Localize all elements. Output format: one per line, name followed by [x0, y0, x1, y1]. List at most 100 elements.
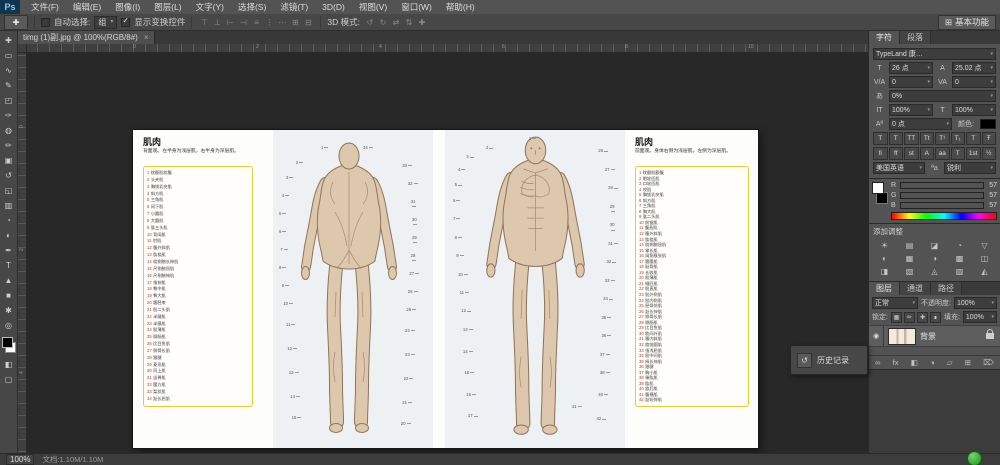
tool-button[interactable]: ◍	[1, 123, 17, 138]
tool-button[interactable]: ■	[1, 288, 17, 303]
mode-3d-icon[interactable]: ↻	[377, 16, 389, 28]
foreground-background-swatches[interactable]	[2, 337, 16, 353]
tool-button[interactable]: T	[1, 258, 17, 273]
type-style-button[interactable]: Tt	[920, 132, 935, 145]
color-spectrum-bar[interactable]	[891, 212, 997, 220]
menu-item[interactable]: 视图(V)	[352, 0, 394, 14]
auto-select-dropdown[interactable]: 组	[94, 16, 117, 29]
adjustment-icon[interactable]: ▧	[897, 265, 922, 278]
tab-character[interactable]: 字符	[869, 31, 900, 44]
layers-panel-bottom-icon[interactable]: fx	[893, 358, 899, 367]
tool-button[interactable]: ◐	[1, 228, 17, 243]
layers-panel-bottom-icon[interactable]: ◧	[911, 358, 918, 367]
lock-option-icon[interactable]: ∎	[930, 312, 941, 323]
current-tool-icon[interactable]: ✚	[4, 15, 28, 30]
type-style-button[interactable]: T¹	[935, 132, 950, 145]
horizontal-scale-field[interactable]: 100%	[952, 104, 996, 116]
type-style-button[interactable]: T	[873, 132, 888, 145]
channel-slider[interactable]	[900, 192, 984, 199]
lock-option-icon[interactable]: ▦	[891, 312, 902, 323]
tool-button[interactable]: ↺	[1, 168, 17, 183]
opentype-feature-button[interactable]: aa	[935, 147, 950, 160]
layers-panel-bottom-icon[interactable]: ⌦	[983, 358, 994, 367]
color-panel-swatches[interactable]	[872, 182, 888, 204]
layers-panel-bottom-icon[interactable]: ▱	[947, 358, 953, 367]
lock-option-icon[interactable]: ✏	[904, 312, 915, 323]
tool-button[interactable]: ◱	[1, 183, 17, 198]
align-icon[interactable]: ⊣	[237, 16, 249, 28]
opentype-feature-button[interactable]: fi	[873, 147, 888, 160]
align-icon[interactable]: ⊟	[302, 16, 314, 28]
layer-visibility-eye-icon[interactable]: ◉	[869, 326, 884, 346]
zoom-level-field[interactable]: 100%	[6, 454, 34, 465]
opentype-feature-button[interactable]: 1st	[966, 147, 981, 160]
leading-dropdown[interactable]: 25.02 点	[952, 62, 996, 74]
layer-row-background[interactable]: ◉ 背景	[869, 325, 1000, 347]
layer-thumbnail[interactable]	[888, 328, 916, 345]
adjustment-icon[interactable]: ◭	[972, 265, 997, 278]
tracking-dropdown[interactable]: 0	[952, 76, 996, 88]
foreground-color-swatch[interactable]	[872, 182, 884, 194]
tool-button[interactable]: ▥	[1, 198, 17, 213]
tool-button[interactable]: ▭	[1, 48, 17, 63]
layers-panel-bottom-icon[interactable]: ∞	[875, 358, 880, 367]
opentype-feature-button[interactable]: ff	[889, 147, 904, 160]
document-tab[interactable]: timg (1)副.jpg @ 100%(RGB/8#) ×	[18, 31, 155, 44]
mode-3d-icon[interactable]: ↺	[364, 16, 376, 28]
adjustment-icon[interactable]: ☀	[872, 239, 897, 252]
adjustment-icon[interactable]: ▽	[972, 239, 997, 252]
tool-button[interactable]: ◔	[1, 213, 17, 228]
menu-item[interactable]: 文字(Y)	[189, 0, 231, 14]
mode-3d-icon[interactable]: ✚	[416, 16, 428, 28]
align-icon[interactable]: ⊤	[198, 16, 210, 28]
menu-item[interactable]: 选择(S)	[231, 0, 273, 14]
align-icon[interactable]: ≡	[250, 16, 262, 28]
adjustment-icon[interactable]: ◑	[922, 252, 947, 265]
canvas-viewport[interactable]: 肌肉 背面观。左半身为浅层肌，右半身为深层肌。 肌肉 前面观。身体右侧为浅层肌，…	[26, 52, 868, 453]
opacity-field[interactable]: 100%	[954, 297, 997, 309]
mode-3d-icon[interactable]: ⇄	[390, 16, 402, 28]
blend-mode-dropdown[interactable]: 正常	[872, 297, 918, 309]
vertical-scale-field[interactable]: 100%	[889, 104, 933, 116]
adjustment-icon[interactable]: ▤	[897, 239, 922, 252]
type-style-button[interactable]: T	[966, 132, 981, 145]
baseline-field[interactable]: 0 点	[889, 118, 952, 130]
fill-field[interactable]: 100%	[963, 311, 997, 323]
foreground-color-swatch[interactable]	[2, 337, 13, 348]
font-family-dropdown[interactable]: TypeLand 康…	[873, 48, 996, 60]
quick-mask-button[interactable]: ◧	[1, 357, 17, 372]
tab-channels[interactable]: 通道	[900, 282, 931, 295]
workspace-switcher[interactable]: ⊞ 基本功能	[938, 15, 996, 30]
menu-item[interactable]: 帮助(H)	[439, 0, 482, 14]
tool-button[interactable]: ✎	[1, 78, 17, 93]
layers-panel-bottom-icon[interactable]: ◑	[930, 358, 935, 367]
align-icon[interactable]: ⋮	[263, 16, 275, 28]
tool-button[interactable]: ✚	[1, 33, 17, 48]
layer-name[interactable]: 背景	[920, 331, 986, 342]
screen-mode-button[interactable]: ▢	[1, 372, 17, 387]
tab-paths[interactable]: 路径	[931, 282, 962, 295]
opentype-feature-button[interactable]: A	[920, 147, 935, 160]
adjustment-icon[interactable]: ▨	[947, 265, 972, 278]
type-style-button[interactable]: Ŧ	[982, 132, 997, 145]
tool-button[interactable]: ◰	[1, 93, 17, 108]
align-icon[interactable]: ⊢	[224, 16, 236, 28]
adjustment-icon[interactable]: ◨	[872, 265, 897, 278]
auto-select-checkbox[interactable]	[41, 18, 50, 27]
tool-button[interactable]: ▣	[1, 153, 17, 168]
tool-button[interactable]: ✱	[1, 303, 17, 318]
align-icon[interactable]: ⊥	[211, 16, 223, 28]
adjustment-icon[interactable]: ◬	[922, 265, 947, 278]
type-style-button[interactable]: TT	[904, 132, 919, 145]
tool-button[interactable]: ✏	[1, 138, 17, 153]
adjustment-icon[interactable]: ▦	[897, 252, 922, 265]
align-icon[interactable]: ⊞	[289, 16, 301, 28]
kerning-dropdown[interactable]: 0	[889, 76, 933, 88]
tsume-dropdown[interactable]: 0%	[889, 90, 996, 102]
tool-button[interactable]: ✑	[1, 108, 17, 123]
align-icon[interactable]: ⋯	[276, 16, 288, 28]
adjustment-icon[interactable]: ▩	[947, 252, 972, 265]
tool-button[interactable]: ◎	[1, 318, 17, 333]
tab-layers[interactable]: 图层	[869, 282, 900, 295]
adjustment-icon[interactable]: ◔	[947, 239, 972, 252]
